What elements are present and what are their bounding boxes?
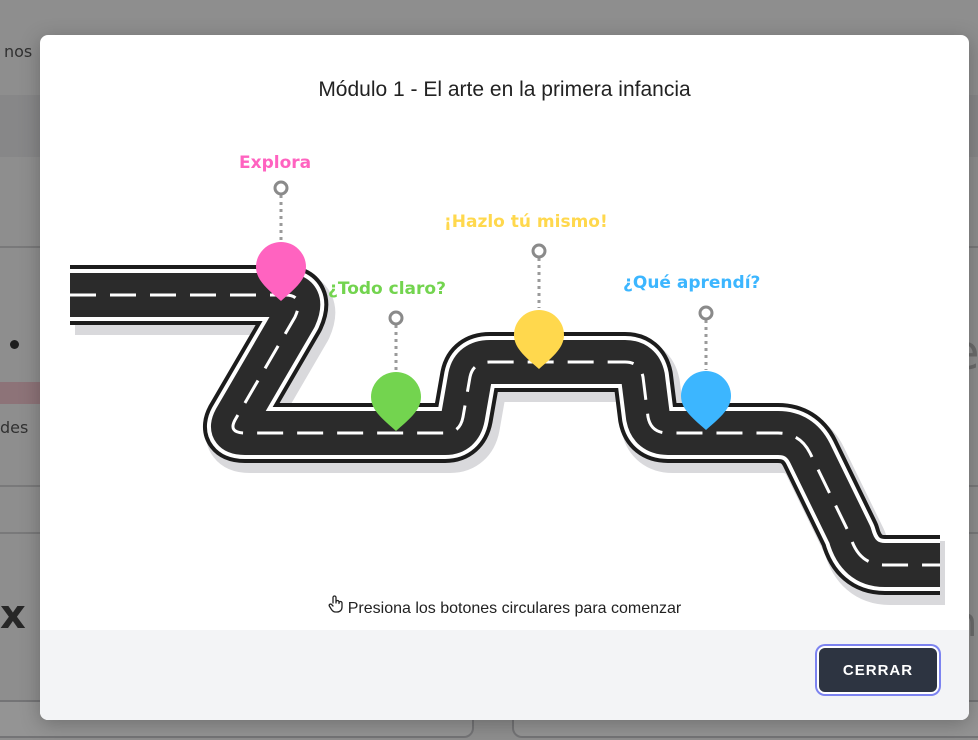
stop-que-aprendi-marker[interactable] bbox=[681, 305, 731, 430]
background-text: des bbox=[0, 418, 29, 437]
stop-label-explora: Explora bbox=[239, 153, 312, 173]
module-modal: Módulo 1 - El arte en la primera infanci… bbox=[40, 35, 969, 720]
stop-todo-claro-marker[interactable] bbox=[371, 310, 421, 431]
roadmap-illustration bbox=[40, 180, 969, 635]
stop-label-hazlo: ¡Hazlo tú mismo! bbox=[444, 212, 608, 232]
background-bullet bbox=[10, 340, 19, 349]
stop-label-que-aprendi: ¿Qué aprendí? bbox=[623, 273, 761, 293]
stop-hazlo-marker[interactable] bbox=[514, 243, 564, 369]
instructions-text: Presiona los botones circulares para com… bbox=[347, 600, 682, 617]
modal-footer: CERRAR bbox=[40, 630, 969, 720]
hand-pointer-icon bbox=[328, 595, 344, 618]
stop-explora-marker[interactable] bbox=[256, 180, 306, 301]
background-text: nos bbox=[4, 42, 33, 61]
instructions: Presiona los botones circulares para com… bbox=[40, 595, 969, 618]
close-button[interactable]: CERRAR bbox=[819, 648, 937, 692]
background-heading: x bbox=[0, 592, 26, 638]
stop-label-todo-claro: ¿Todo claro? bbox=[328, 279, 446, 299]
